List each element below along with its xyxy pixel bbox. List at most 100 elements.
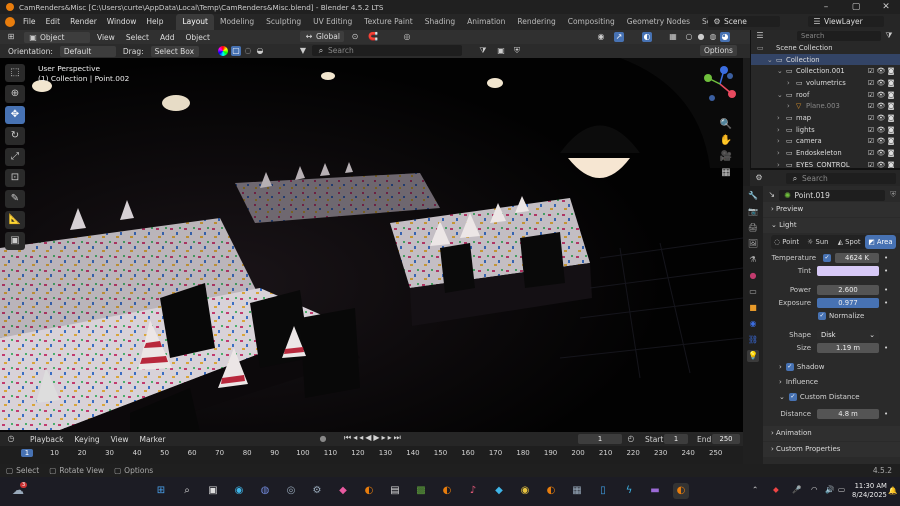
menu-help[interactable]: Help (141, 14, 168, 30)
chevron-icon[interactable]: › (787, 79, 796, 87)
menu-window[interactable]: Window (102, 14, 142, 30)
light-panel-header[interactable]: ⌄ Light (763, 218, 900, 233)
physics-tab-icon[interactable]: ◉ (747, 318, 759, 330)
pin-icon[interactable]: ↘ (767, 190, 777, 200)
tab-rendering[interactable]: Rendering (511, 14, 561, 30)
tab-shading[interactable]: Shading (419, 14, 461, 30)
shading-wireframe-icon[interactable]: ○ (684, 32, 694, 42)
chrome-icon[interactable]: ◉ (517, 483, 533, 499)
keyframe-dot-icon[interactable]: • (884, 299, 888, 307)
camera-render-icon[interactable]: ◙ (886, 79, 896, 87)
outliner-filter-icon[interactable]: ⧩ (884, 31, 894, 41)
custom-properties-panel-header[interactable]: › Custom Properties (763, 442, 900, 457)
prev-keyframe-icon[interactable]: ◂◂ (353, 433, 365, 442)
distance-field[interactable]: 4.8 m (817, 408, 879, 419)
header-search-input[interactable]: ⌕ Search (312, 45, 462, 56)
light-type-point[interactable]: ◌ Point (771, 238, 802, 246)
rotate-tool-icon[interactable]: ↻ (5, 127, 25, 145)
menu-add[interactable]: Add (156, 32, 179, 43)
app-icon[interactable]: ◆ (491, 483, 507, 499)
scale-tool-icon[interactable]: ⤢ (5, 148, 25, 166)
outliner-item[interactable]: › ▭ lights ☑ 👁 ◙ (751, 124, 900, 136)
eye-icon[interactable]: 👁 (876, 91, 886, 99)
select-mode-icon[interactable]: ▢ (231, 46, 241, 56)
size-field[interactable]: 1.19 m (817, 342, 879, 353)
chevron-icon[interactable]: › (777, 126, 786, 134)
camera-render-icon[interactable]: ◙ (886, 67, 896, 75)
outliner-item[interactable]: › ▭ volumetrics ☑ 👁 ◙ (751, 77, 900, 89)
tab-texture-paint[interactable]: Texture Paint (358, 14, 418, 30)
checkbox-icon[interactable]: ☑ (866, 102, 876, 110)
gizmo-toggle-icon[interactable]: ↗ (614, 32, 624, 42)
viewlayer-selector[interactable]: ☰ ViewLayer (808, 16, 884, 27)
next-keyframe-icon[interactable]: ▸▸ (382, 433, 394, 442)
pivot-icon[interactable]: ⊙ (350, 32, 360, 42)
axis-gizmo[interactable] (700, 64, 740, 114)
keyframe-dot-icon[interactable]: • (884, 286, 888, 294)
shadow-checkbox[interactable]: ✓ (785, 362, 794, 371)
menu-edit[interactable]: Edit (41, 14, 66, 30)
shield-icon[interactable]: ⛨ (512, 46, 522, 56)
chevron-icon[interactable]: ⌄ (777, 91, 786, 99)
start-frame-field[interactable]: 1 (664, 434, 688, 444)
outliner-item[interactable]: › ▭ map ☑ 👁 ◙ (751, 112, 900, 124)
menu-select[interactable]: Select (122, 32, 153, 43)
keyframe-dot-icon[interactable]: • (884, 344, 888, 352)
keyframe-dot-icon[interactable]: • (884, 267, 888, 275)
task-view-icon[interactable]: ▣ (205, 483, 221, 499)
shape-dropdown[interactable]: Disk ⌄ (817, 329, 879, 340)
microphone-icon[interactable]: 🎤 (792, 485, 801, 494)
checkbox-icon[interactable]: ☑ (866, 149, 876, 157)
outliner-item[interactable]: › ▭ camera ☑ 👁 ◙ (751, 136, 900, 148)
preview-panel-header[interactable]: › Preview (763, 202, 900, 217)
collection-tab-icon[interactable]: ▭ (747, 286, 759, 298)
eye-icon[interactable]: 👁 (876, 149, 886, 157)
exposure-field[interactable]: 0.977 (817, 297, 879, 308)
drag-selector[interactable]: Select Box (150, 45, 199, 57)
tab-uv-editing[interactable]: UV Editing (307, 14, 358, 30)
outliner-item[interactable]: › ▽ Plane.003 ☑ 👁 ◙ (751, 100, 900, 112)
navigation-gizmo[interactable]: 🔍 ✋ 🎥 ▦ (700, 64, 740, 178)
current-frame-field[interactable]: 1 (578, 434, 622, 444)
chevron-icon[interactable]: › (787, 102, 796, 110)
notepad-icon[interactable]: ▤ (387, 483, 403, 499)
chevron-icon[interactable]: ⌄ (767, 56, 776, 64)
snap-icon[interactable]: 🧲 (368, 32, 378, 42)
color-wheel-icon[interactable] (218, 46, 228, 56)
music-icon[interactable]: ♪ (465, 483, 481, 499)
shading-material-icon[interactable]: ◍ (708, 32, 718, 42)
minimize-icon[interactable]: – (812, 0, 840, 14)
menu-playback[interactable]: Playback (26, 434, 67, 445)
blender-app-icon[interactable]: ◐ (543, 483, 559, 499)
app-icon[interactable]: ◆ (335, 483, 351, 499)
menu-marker[interactable]: Marker (135, 434, 169, 445)
outliner-search-input[interactable]: Search (797, 31, 881, 41)
outliner-item[interactable]: ⌄ ▭ Collection.001 ☑ 👁 ◙ (751, 65, 900, 77)
record-icon[interactable]: ● (318, 434, 328, 444)
tab-modeling[interactable]: Modeling (214, 14, 260, 30)
shading-solid-icon[interactable]: ● (696, 32, 706, 42)
outliner-item[interactable]: ▭ Scene Collection (751, 42, 900, 54)
volume-icon[interactable]: 🔊 (825, 485, 834, 494)
folder-icon[interactable]: ▬ (647, 483, 663, 499)
camera-render-icon[interactable]: ◙ (886, 149, 896, 157)
render-tab-icon[interactable]: 📷 (747, 206, 759, 218)
camera-view-icon[interactable]: 🎥 (718, 150, 734, 164)
cursor-tool-icon[interactable]: ⊕ (5, 85, 25, 103)
select-box-tool-icon[interactable]: ⬚ (5, 64, 25, 82)
app-icon[interactable]: ▦ (569, 483, 585, 499)
camera-render-icon[interactable]: ◙ (886, 126, 896, 134)
editor-type-icon[interactable]: ⊞ (6, 32, 16, 42)
eye-icon[interactable]: 👁 (876, 67, 886, 75)
outliner-item[interactable]: ⌄ ▭ Collection (751, 53, 900, 66)
filter-icon[interactable]: ▼ (298, 46, 308, 56)
maximize-icon[interactable]: ▢ (842, 0, 870, 14)
tint-color-field[interactable] (817, 265, 879, 276)
shadow-subpanel[interactable]: › ✓ Shadow (763, 360, 900, 373)
eye-icon[interactable]: 👁 (876, 102, 886, 110)
steam-icon[interactable]: ◎ (283, 483, 299, 499)
scene-selector[interactable]: ⚙ Scene (708, 16, 780, 27)
settings-icon[interactable]: ⚙ (309, 483, 325, 499)
tab-layout[interactable]: Layout (176, 14, 214, 30)
eye-icon[interactable]: 👁 (876, 79, 886, 87)
